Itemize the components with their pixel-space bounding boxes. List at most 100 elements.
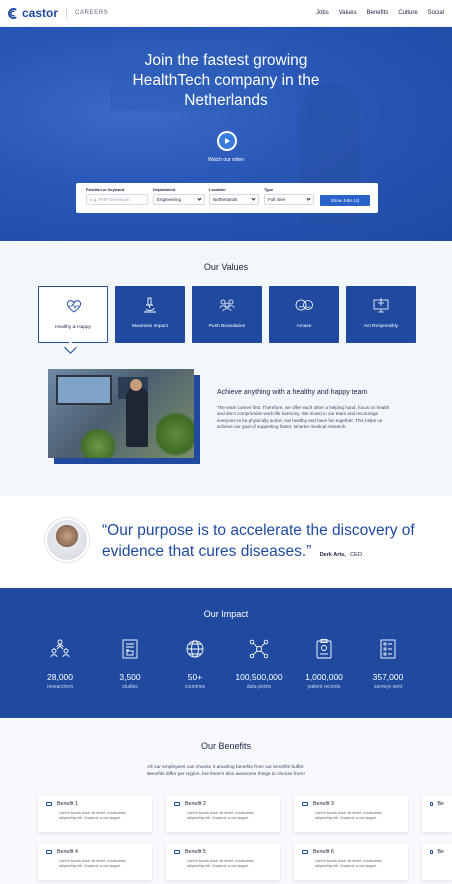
hero-title-line: Join the fastest growing <box>144 52 308 69</box>
castor-logo-icon <box>8 7 17 19</box>
department-select[interactable]: Engineering <box>153 194 205 205</box>
team-photo-image <box>48 369 194 458</box>
stat-label: researchers <box>46 684 74 690</box>
value-label: Maximise Impact <box>132 324 168 329</box>
nav-link-values[interactable]: Values <box>339 10 357 16</box>
benefit-title: Benefit 3 <box>313 801 334 807</box>
castor-logo[interactable]: castor <box>8 6 58 20</box>
benefit-icon <box>46 802 52 806</box>
researchers-icon <box>50 639 70 658</box>
stat-label: studies <box>122 684 138 690</box>
impact-stat: 3,500 studies <box>94 638 166 690</box>
network-icon <box>249 639 269 659</box>
impact-title: Our Impact <box>203 609 249 619</box>
quote-author: Derk Arts, <box>319 552 346 558</box>
careers-page: castor CAREERS Jobs Values Benefits Cult… <box>0 0 452 884</box>
benefit-icon <box>302 850 308 854</box>
stat-value: 357,000 <box>372 672 404 682</box>
department-field-group: Department Engineering <box>153 187 205 205</box>
benefit-card[interactable]: Benefit 1 Lorem ipsum dolor sit amet, co… <box>38 796 152 832</box>
play-icon <box>219 133 235 149</box>
brand-name: castor <box>22 6 59 20</box>
benefit-icon <box>302 802 308 806</box>
watch-video-label[interactable]: Watch our video <box>0 157 452 163</box>
position-field-group: Position or keyword e.g. PHP Developer <box>86 187 148 205</box>
benefit-card[interactable]: Benefit 3 Lorem ipsum dolor sit amet, co… <box>294 796 408 832</box>
benefit-text: Lorem ipsum dolor sit amet, consectetur … <box>59 811 127 820</box>
benefit-card[interactable]: Benefit 2 Lorem ipsum dolor sit amet, co… <box>166 796 280 832</box>
microscope-icon <box>144 297 156 313</box>
quote-text: “Our purpose is to accelerate the discov… <box>102 522 415 560</box>
type-label: Type <box>264 187 274 192</box>
benefit-title: Benefit 5 <box>185 849 206 855</box>
benefits-section: Our Benefits All our employees can choos… <box>0 718 452 884</box>
benefit-title: Be <box>437 801 444 807</box>
chevron-down-icon <box>197 196 202 201</box>
chevron-down-icon <box>306 196 311 201</box>
position-input[interactable]: e.g. PHP Developer <box>86 194 148 205</box>
benefit-card[interactable]: Benefit 4 Lorem ipsum dolor sit amet, co… <box>38 844 152 880</box>
careers-label: CAREERS <box>75 10 109 16</box>
value-detail-title: Achieve anything with a healthy and happ… <box>217 389 368 396</box>
benefit-text: Lorem ipsum dolor sit amet, consectetur … <box>59 859 127 868</box>
value-detail-text: The team comes first. Therefore, we offe… <box>217 405 390 429</box>
survey-icon <box>380 639 396 659</box>
impact-stat: 357,000 surveys sent <box>352 638 424 690</box>
benefit-card[interactable]: Benefit 6 Lorem ipsum dolor sit amet, co… <box>294 844 408 880</box>
stat-label: patient records <box>307 684 341 690</box>
stat-value: 100,500,000 <box>235 672 283 682</box>
location-select[interactable]: Netherlands <box>209 194 259 205</box>
value-card-act-responsibly[interactable]: Act Responsibly <box>346 286 416 343</box>
benefit-card-partial[interactable]: Be <box>422 844 452 880</box>
nav-link-culture[interactable]: Culture <box>398 10 417 16</box>
stat-label: countries <box>184 684 206 690</box>
value-label: Push Boundaries <box>208 324 246 329</box>
hero-section: Join the fastest growing HealthTech comp… <box>0 27 452 241</box>
benefits-subtitle: All our employees can choose 3 amazing b… <box>0 765 452 778</box>
stat-label: data points <box>246 684 272 690</box>
nav-link-benefits[interactable]: Benefits <box>367 10 389 16</box>
monitor-icon <box>373 298 389 313</box>
benefit-text: Lorem ipsum dolor sit amet, consectetur … <box>187 811 255 820</box>
benefit-title: Benefit 1 <box>57 801 78 807</box>
hero-title-line: Netherlands <box>184 92 268 109</box>
benefit-card[interactable]: Benefit 5 Lorem ipsum dolor sit amet, co… <box>166 844 280 880</box>
type-field-group: Type Full time <box>264 187 314 205</box>
quote-role: CEO <box>350 552 363 558</box>
stat-value: 28,000 <box>47 672 73 682</box>
hero-title: Join the fastest growing HealthTech comp… <box>0 51 452 111</box>
benefit-text: Lorem ipsum dolor sit amet, consectetur … <box>315 859 383 868</box>
stat-value: 1,000,000 <box>305 672 343 682</box>
show-jobs-button[interactable]: Show Jobs (4) <box>320 195 370 206</box>
people-icon <box>219 299 235 312</box>
impact-stat: 100,500,000 data points <box>223 638 295 690</box>
benefit-icon <box>430 850 433 854</box>
team-photo <box>48 369 200 464</box>
benefit-card-partial[interactable]: Be <box>422 796 452 832</box>
stat-value: 50+ <box>187 672 203 682</box>
play-video-button[interactable] <box>217 131 237 151</box>
position-label: Position or keyword <box>86 187 125 192</box>
value-card-push-boundaries[interactable]: Push Boundaries <box>192 286 262 343</box>
studies-icon <box>122 639 138 659</box>
top-nav: castor CAREERS Jobs Values Benefits Cult… <box>0 0 452 27</box>
nav-links: Jobs Values Benefits Culture Social <box>316 10 444 16</box>
nav-divider <box>66 8 68 18</box>
value-card-maximise-impact[interactable]: Maximise Impact <box>115 286 185 343</box>
benefit-icon <box>46 850 52 854</box>
job-search-form: Position or keyword e.g. PHP Developer D… <box>76 183 378 213</box>
smiley-faces-icon <box>295 299 313 311</box>
nav-link-social[interactable]: Social <box>428 10 444 16</box>
benefit-title: Benefit 2 <box>185 801 206 807</box>
value-card-healthy-happy[interactable]: Healthy & Happy <box>38 286 108 343</box>
quote-section: “Our purpose is to accelerate the discov… <box>0 496 452 588</box>
nav-link-jobs[interactable]: Jobs <box>316 10 329 16</box>
stat-label: surveys sent <box>373 684 403 690</box>
values-title: Our Values <box>203 262 249 272</box>
value-label: Amaze <box>296 324 312 329</box>
type-value: Full time <box>268 197 286 202</box>
patient-record-icon <box>316 639 332 659</box>
department-label: Department <box>153 187 176 192</box>
value-card-amaze[interactable]: Amaze <box>269 286 339 343</box>
type-select[interactable]: Full time <box>264 194 314 205</box>
